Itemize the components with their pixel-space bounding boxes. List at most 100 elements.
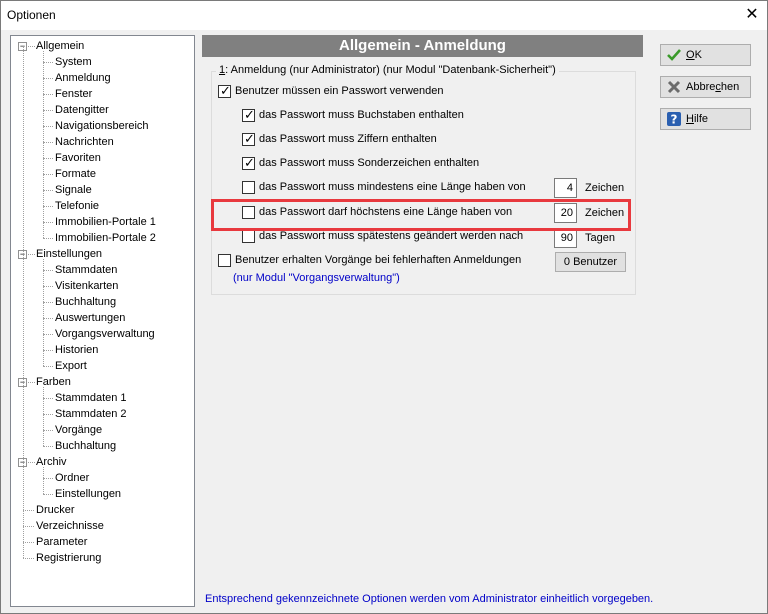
tree-line bbox=[43, 238, 53, 239]
change-after-input[interactable]: 90 bbox=[554, 228, 577, 248]
letters-checkbox[interactable]: ✓ bbox=[242, 107, 255, 122]
change-after-checkbox[interactable] bbox=[242, 230, 255, 243]
tree-item[interactable]: Buchhaltung bbox=[55, 294, 116, 310]
window-title: Optionen bbox=[7, 8, 56, 22]
tree-line bbox=[43, 478, 53, 479]
cancel-button[interactable]: Abbrechen bbox=[660, 76, 751, 98]
tree-line bbox=[43, 174, 53, 175]
min-length-label: das Passwort muss mindestens eine Länge … bbox=[259, 181, 526, 193]
tree-item[interactable]: Stammdaten 1 bbox=[55, 390, 127, 406]
tree-line bbox=[23, 526, 34, 527]
tree-item[interactable]: Telefonie bbox=[55, 198, 99, 214]
tree-line bbox=[43, 222, 53, 223]
tree-item[interactable]: Visitenkarten bbox=[55, 278, 118, 294]
highlight-frame bbox=[211, 199, 631, 231]
tree-item[interactable]: System bbox=[55, 54, 92, 70]
tree-line bbox=[23, 46, 24, 558]
tree-item-parameter[interactable]: Parameter bbox=[36, 534, 87, 550]
tree-line bbox=[43, 51, 44, 238]
tree-item[interactable]: Auswertungen bbox=[55, 310, 125, 326]
svg-text:?: ? bbox=[671, 113, 678, 127]
tree-line bbox=[43, 142, 53, 143]
tree-line bbox=[43, 158, 53, 159]
help-button[interactable]: ? Hilfe bbox=[660, 108, 751, 130]
letters-label: das Passwort muss Buchstaben enthalten bbox=[259, 109, 464, 121]
min-length-unit: Zeichen bbox=[585, 182, 625, 194]
tree-line bbox=[43, 446, 53, 447]
vorgang-module-note: (nur Modul "Vorgangsverwaltung") bbox=[233, 272, 400, 284]
tree-item[interactable]: Immobilien-Portale 2 bbox=[55, 230, 156, 246]
tree-item[interactable]: Vorgangsverwaltung bbox=[55, 326, 155, 342]
tree-item[interactable]: Historien bbox=[55, 342, 98, 358]
cancel-x-icon bbox=[667, 80, 681, 94]
tree-line bbox=[43, 190, 53, 191]
min-length-input[interactable]: 4 bbox=[554, 178, 577, 198]
tree-item[interactable]: Formate bbox=[55, 166, 96, 182]
change-after-unit: Tagen bbox=[585, 232, 615, 244]
tree-item[interactable]: Export bbox=[55, 358, 87, 374]
min-length-checkbox[interactable] bbox=[242, 181, 255, 194]
options-window: Optionen ✕ − Allgemein System Anmeldung Fens… bbox=[0, 0, 768, 614]
special-checkbox[interactable]: ✓ bbox=[242, 155, 255, 170]
tree-item-verzeichnisse[interactable]: Verzeichnisse bbox=[36, 518, 104, 534]
tree-item[interactable]: Stammdaten 2 bbox=[55, 406, 127, 422]
tree-line bbox=[23, 542, 34, 543]
tree-line bbox=[23, 558, 34, 559]
tree-item[interactable]: Anmeldung bbox=[55, 70, 111, 86]
tree-line bbox=[28, 254, 35, 255]
tree-item-registrierung[interactable]: Registrierung bbox=[36, 550, 101, 566]
tree-item[interactable]: Signale bbox=[55, 182, 92, 198]
tree-item[interactable]: Ordner bbox=[55, 470, 89, 486]
title-bar: Optionen ✕ bbox=[1, 1, 767, 30]
tree-line bbox=[43, 78, 53, 79]
tree-line bbox=[43, 430, 53, 431]
users-button[interactable]: 0 Benutzer bbox=[555, 252, 626, 272]
check-icon: ✓ bbox=[244, 107, 255, 122]
tree-line bbox=[28, 382, 35, 383]
tree-item[interactable]: Stammdaten bbox=[55, 262, 117, 278]
tree-line bbox=[43, 350, 53, 351]
tree-item[interactable]: Nachrichten bbox=[55, 134, 114, 150]
digits-checkbox[interactable]: ✓ bbox=[242, 131, 255, 146]
use-password-checkbox[interactable]: ✓ bbox=[218, 83, 231, 98]
tree-line bbox=[43, 206, 53, 207]
failed-logins-checkbox[interactable] bbox=[218, 254, 231, 267]
tree-item-archiv[interactable]: Archiv bbox=[36, 454, 67, 470]
tree-line bbox=[43, 398, 53, 399]
options-tree[interactable]: − Allgemein System Anmeldung Fenster Datengit… bbox=[10, 35, 195, 607]
tree-item[interactable]: Datengitter bbox=[55, 102, 109, 118]
tree-item[interactable]: Favoriten bbox=[55, 150, 101, 166]
failed-logins-label: Benutzer erhalten Vorgänge bei fehlerhaf… bbox=[235, 254, 522, 266]
tree-line bbox=[43, 467, 44, 494]
tree-item[interactable]: Einstellungen bbox=[55, 486, 121, 502]
digits-label: das Passwort muss Ziffern enthalten bbox=[259, 133, 437, 145]
close-icon[interactable]: ✕ bbox=[743, 6, 761, 24]
tree-item-einstellungen[interactable]: Einstellungen bbox=[36, 246, 102, 262]
tree-item[interactable]: Fenster bbox=[55, 86, 92, 102]
tree-item[interactable]: Immobilien-Portale 1 bbox=[55, 214, 156, 230]
ok-button[interactable]: OK bbox=[660, 44, 751, 66]
tree-line bbox=[43, 126, 53, 127]
tree-line bbox=[43, 366, 53, 367]
tree-line bbox=[43, 62, 53, 63]
tree-line bbox=[43, 494, 53, 495]
page-title: Allgemein - Anmeldung bbox=[202, 35, 643, 57]
tree-item[interactable]: Buchhaltung bbox=[55, 438, 116, 454]
tree-item-drucker[interactable]: Drucker bbox=[36, 502, 75, 518]
tree-item[interactable]: Navigationsbereich bbox=[55, 118, 149, 134]
tree-line bbox=[43, 270, 53, 271]
checkmark-icon bbox=[667, 49, 681, 61]
check-icon: ✓ bbox=[244, 155, 255, 170]
special-label: das Passwort muss Sonderzeichen enthalte… bbox=[259, 157, 480, 169]
tree-item-farben[interactable]: Farben bbox=[36, 374, 71, 390]
tree-line bbox=[28, 462, 35, 463]
check-icon: ✓ bbox=[244, 131, 255, 146]
tree-line bbox=[43, 110, 53, 111]
tree-line bbox=[43, 318, 53, 319]
tree-line bbox=[43, 387, 44, 446]
tree-line bbox=[43, 302, 53, 303]
tree-item[interactable]: Vorgänge bbox=[55, 422, 102, 438]
footer-note: Entsprechend gekennzeichnete Optionen we… bbox=[205, 593, 654, 605]
tree-line bbox=[43, 334, 53, 335]
tree-line bbox=[43, 286, 53, 287]
